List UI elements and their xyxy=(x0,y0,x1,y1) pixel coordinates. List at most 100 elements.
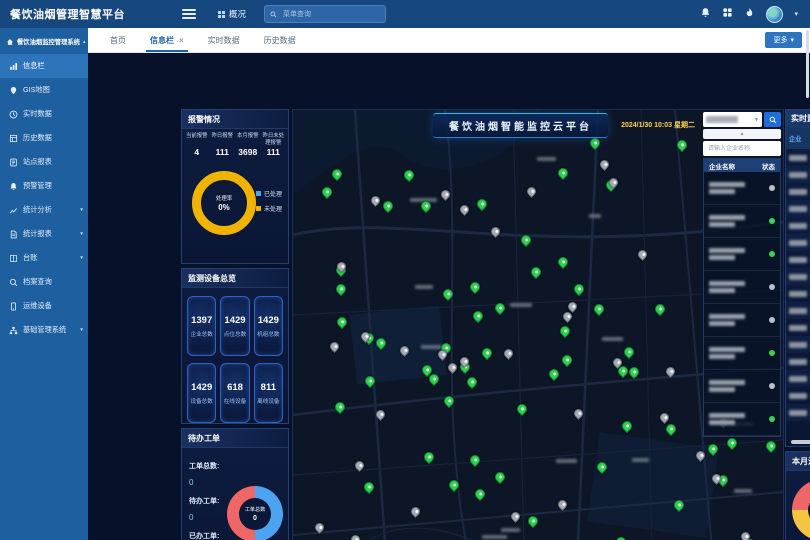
sidebar-item-gis-map[interactable]: GIS地图 xyxy=(0,78,88,102)
device-stat-value: 1429 xyxy=(191,382,212,393)
sidebar-system-header[interactable]: 餐饮油烟监控管理系统 ▴ xyxy=(0,28,88,54)
company-list-row[interactable] xyxy=(704,238,780,271)
device-stat-card: 618在线设备 xyxy=(220,363,249,423)
sidebar-item-basic-management[interactable]: 基础管理系统▾ xyxy=(0,318,88,342)
user-avatar[interactable] xyxy=(766,6,783,23)
redacted-company-name xyxy=(789,223,807,229)
workorder-donut: 工单总数 0 xyxy=(227,486,283,540)
redacted-company-name xyxy=(789,155,807,161)
book-icon xyxy=(9,254,18,263)
realtime-rows: 0.592024-01-30 10:03:000.372024-01-30 10… xyxy=(786,149,810,421)
redacted-street-label xyxy=(510,303,532,307)
close-icon[interactable]: × xyxy=(179,36,184,45)
workorder-donut-value: 0 xyxy=(253,515,257,522)
redacted-street-label xyxy=(734,489,752,493)
more-button[interactable]: 更多 ▾ xyxy=(765,32,802,48)
company-filter-select[interactable]: ▼ xyxy=(703,112,762,127)
sidebar-item-info-board[interactable]: 信息栏 xyxy=(0,54,88,78)
redacted-selected-value xyxy=(706,116,738,123)
workorder-donut-label: 工单总数 xyxy=(245,506,266,513)
vertical-scrollbar[interactable] xyxy=(806,30,809,98)
status-dot xyxy=(769,218,775,224)
tab-realtime-data[interactable]: 实时数据 xyxy=(196,28,252,52)
company-name-input[interactable] xyxy=(706,145,778,153)
tab-history-data[interactable]: 历史数据 xyxy=(252,28,308,52)
alarm-stat-label: 昨日报警 xyxy=(210,133,236,146)
sidebar-item-label: 历史数据 xyxy=(23,133,52,143)
map-banner-title: 餐饮油烟智能监控云平台 xyxy=(433,113,608,138)
rating-panel-title: 本月治理评级 xyxy=(786,452,810,471)
analysis-icon xyxy=(9,206,18,215)
alarm-stat: 昨日报警111 xyxy=(210,133,236,157)
apps-grid-icon[interactable] xyxy=(722,5,733,23)
redacted-street-label xyxy=(632,458,649,462)
company-search-overlay: ▼ ▲ 企业名称 状态 xyxy=(703,112,781,437)
top-nav-tab[interactable]: 概况 xyxy=(218,8,246,20)
flame-icon[interactable] xyxy=(744,5,755,23)
search-button[interactable] xyxy=(764,112,781,127)
map-icon xyxy=(9,86,18,95)
sidebar-item-label: 基础管理系统 xyxy=(23,325,66,335)
redacted-street-label xyxy=(482,535,507,539)
sidebar-item-label: 档案查询 xyxy=(23,277,52,287)
sidebar: 餐饮油烟监控管理系统 ▴ 信息栏 GIS地图实时数据历史数据站点报表预警管理统计分… xyxy=(0,28,88,540)
alarm-stat-label: 当前报警 xyxy=(184,133,210,146)
sidebar-item-realtime-data[interactable]: 实时数据 xyxy=(0,102,88,126)
company-list: 企业名称 状态 xyxy=(703,158,781,437)
sidebar-item-history-data[interactable]: 历史数据 xyxy=(0,126,88,150)
sidebar-item-site-report[interactable]: 站点报表 xyxy=(0,150,88,174)
sidebar-item-archive-search[interactable]: 档案查询 xyxy=(0,270,88,294)
sidebar-item-stat-analysis[interactable]: 统计分析 ▾ xyxy=(0,198,88,222)
device-cards: 1397企业总数1429点位总数1429机组总数1429设备总数618在线设备8… xyxy=(182,288,288,431)
legend-item: 已处理 xyxy=(256,189,282,198)
alarm-stat-value: 111 xyxy=(261,147,287,157)
redacted-company-name xyxy=(789,206,807,212)
collapse-panel-button[interactable]: ▲ xyxy=(703,129,781,139)
device-stat-card: 1397企业总数 xyxy=(187,296,216,356)
redacted-company-name xyxy=(789,342,807,348)
notification-bell-icon[interactable] xyxy=(700,5,711,23)
sidebar-item-maintenance-device[interactable]: 运维设备 xyxy=(0,294,88,318)
sidebar-item-label: 预警管理 xyxy=(23,181,52,191)
company-list-row[interactable] xyxy=(704,271,780,304)
workorder-stat-value: 0 xyxy=(189,478,219,487)
menu-search-input[interactable] xyxy=(281,10,365,19)
company-list-row[interactable] xyxy=(704,172,780,205)
company-name-search[interactable] xyxy=(703,141,781,156)
redacted-company-name xyxy=(789,393,807,399)
menu-search-box[interactable] xyxy=(264,5,386,23)
hamburger-menu-icon[interactable] xyxy=(182,9,196,19)
search-icon xyxy=(769,116,777,124)
sidebar-item-alarm-management[interactable]: 预警管理 xyxy=(0,174,88,198)
sidebar-item-label: GIS地图 xyxy=(23,85,50,95)
tab-info-board[interactable]: 信息栏× xyxy=(138,28,196,52)
column-company-name: 企业名称 xyxy=(709,161,735,171)
company-list-row[interactable] xyxy=(704,370,780,403)
redacted-street-label xyxy=(537,157,556,161)
sidebar-item-label: 统计分析 xyxy=(23,205,52,215)
workorder-stat-label: 工单总数: xyxy=(189,461,219,471)
tab-strip: 首页信息栏×实时数据历史数据 更多 ▾ xyxy=(88,28,810,53)
tab-home[interactable]: 首页 xyxy=(98,28,138,52)
company-list-row[interactable] xyxy=(704,403,780,436)
realtime-monitor-panel: 实时监测 总数: 1429 企业 油烟浓度(mg/m3) 时间 0.592024… xyxy=(785,109,810,447)
chevron-down-icon: ▾ xyxy=(80,207,83,213)
sidebar-item-stat-report[interactable]: 统计报表▾ xyxy=(0,222,88,246)
top-right-actions: ▾ xyxy=(700,5,810,23)
table-row: 02022-09-17 01:34:00 xyxy=(786,370,810,387)
company-list-row[interactable] xyxy=(704,304,780,337)
redacted-street-label xyxy=(556,459,577,463)
sidebar-item-ledger[interactable]: 台账▾ xyxy=(0,246,88,270)
map-view[interactable]: 餐饮油烟智能监控云平台 2024/1/30 10:03 星期二 ▼ ▲ xyxy=(292,109,784,540)
device-stat-value: 1429 xyxy=(258,315,279,326)
horizontal-scrollbar[interactable] xyxy=(791,440,810,444)
device-stat-label: 在线设备 xyxy=(224,397,246,405)
company-list-row[interactable] xyxy=(704,205,780,238)
redacted-company-name xyxy=(789,291,807,297)
chevron-down-icon[interactable]: ▾ xyxy=(794,10,798,18)
table-row: 0.192023-10-06 13:04:00 xyxy=(786,387,810,404)
company-list-row[interactable] xyxy=(704,337,780,370)
device-stat-value: 1429 xyxy=(224,315,245,326)
alarm-stat: 本月报警3698 xyxy=(235,133,261,157)
company-rows xyxy=(704,172,780,436)
